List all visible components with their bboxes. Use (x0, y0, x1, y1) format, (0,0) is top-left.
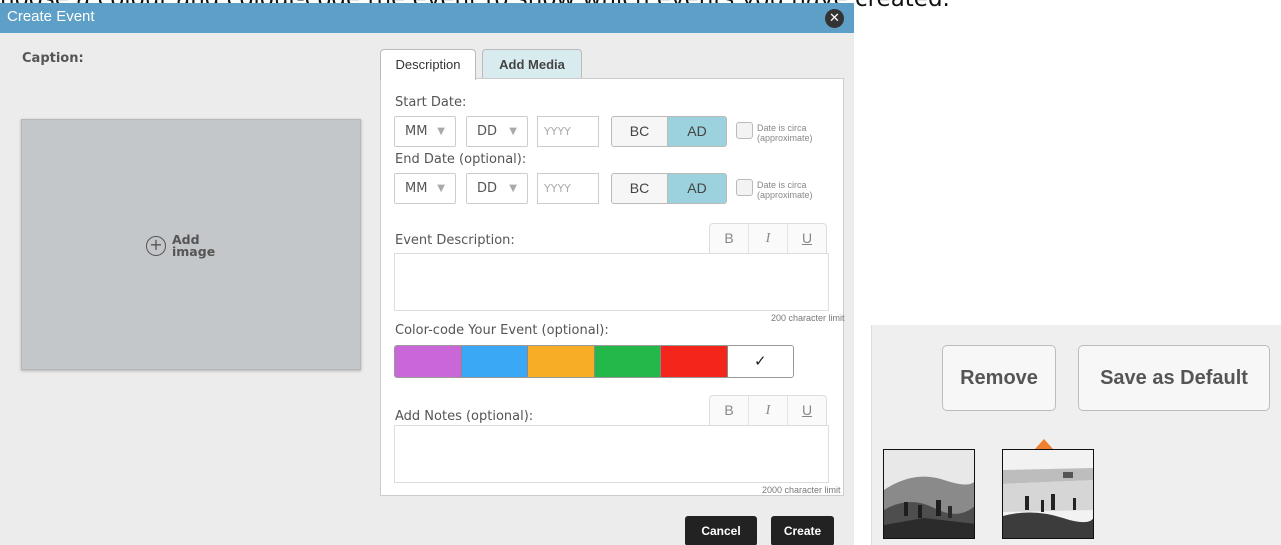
color-swatch-none[interactable]: ✓ (727, 346, 793, 377)
description-format-toolbar: B I U (709, 223, 827, 254)
end-date-label: End Date (optional): (395, 152, 527, 167)
italic-button[interactable]: I (749, 224, 788, 253)
color-swatch[interactable] (661, 346, 728, 377)
chevron-down-icon: ▼ (437, 126, 445, 137)
beach-photo-icon (884, 450, 974, 538)
end-day-select[interactable]: DD ▼ (466, 173, 528, 204)
chevron-down-icon: ▼ (509, 183, 517, 194)
start-year-input[interactable]: YYYY (537, 116, 599, 147)
bold-button[interactable]: B (710, 224, 749, 253)
start-era-ad-button[interactable]: AD (667, 116, 727, 147)
media-thumbnail-selected[interactable] (1002, 449, 1094, 539)
color-swatch[interactable] (528, 346, 595, 377)
remove-button[interactable]: Remove (942, 345, 1056, 411)
start-day-select[interactable]: DD ▼ (466, 116, 528, 147)
underline-button[interactable]: U (788, 396, 826, 425)
end-circa-label: Date is circa (approximate) (757, 180, 813, 200)
cancel-button[interactable]: Cancel (685, 516, 757, 545)
end-year-input[interactable]: YYYY (537, 173, 599, 204)
selected-pointer-icon (1035, 439, 1053, 449)
start-month-select[interactable]: MM ▼ (394, 116, 456, 147)
color-swatch[interactable] (395, 346, 462, 377)
tab-add-media[interactable]: Add Media (482, 49, 582, 81)
notes-limit: 2000 character limit (762, 485, 841, 495)
plus-circle-icon: + (146, 236, 166, 256)
notes-textarea[interactable] (394, 425, 829, 483)
add-image-label: Add image (172, 232, 216, 259)
underline-button[interactable]: U (788, 224, 826, 253)
end-era-ad-button[interactable]: AD (667, 173, 727, 204)
close-icon[interactable]: ✕ (825, 9, 844, 28)
media-thumbnail[interactable] (883, 449, 975, 539)
italic-button[interactable]: I (749, 396, 788, 425)
chevron-down-icon: ▼ (437, 183, 445, 194)
color-swatch-group: ✓ (394, 345, 794, 378)
media-side-panel: Remove Save as Default (871, 325, 1281, 545)
notes-format-toolbar: B I U (709, 395, 827, 426)
image-dropzone[interactable]: + Add image (21, 119, 361, 370)
start-era-bc-button[interactable]: BC (611, 116, 668, 147)
chevron-down-icon: ▼ (509, 126, 517, 137)
event-description-textarea[interactable] (394, 253, 829, 311)
start-date-label: Start Date: (395, 95, 467, 110)
end-month-select[interactable]: MM ▼ (394, 173, 456, 204)
end-month-value: MM (405, 181, 428, 196)
start-circa-checkbox[interactable] (736, 122, 753, 139)
dialog-titlebar: Create Event ✕ (0, 3, 854, 33)
description-limit: 200 character limit (771, 313, 845, 323)
color-code-label: Color-code Your Event (optional): (395, 323, 609, 338)
color-swatch[interactable] (461, 346, 528, 377)
notes-label: Add Notes (optional): (395, 409, 534, 424)
bold-button[interactable]: B (710, 396, 749, 425)
create-button[interactable]: Create (771, 516, 834, 545)
add-image-button[interactable]: + Add image (146, 232, 222, 259)
tab-description[interactable]: Description (380, 49, 476, 80)
start-circa-label: Date is circa (approximate) (757, 123, 813, 143)
start-month-value: MM (405, 124, 428, 139)
end-circa-checkbox[interactable] (736, 179, 753, 196)
event-description-label: Event Description: (395, 233, 515, 248)
save-as-default-button[interactable]: Save as Default (1078, 345, 1270, 411)
color-swatch[interactable] (594, 346, 661, 377)
caption-label: Caption: (22, 51, 84, 66)
start-day-value: DD (477, 124, 498, 139)
landing-photo-icon (1003, 450, 1093, 538)
end-era-bc-button[interactable]: BC (611, 173, 668, 204)
end-day-value: DD (477, 181, 498, 196)
dialog-title: Create Event (7, 8, 95, 25)
